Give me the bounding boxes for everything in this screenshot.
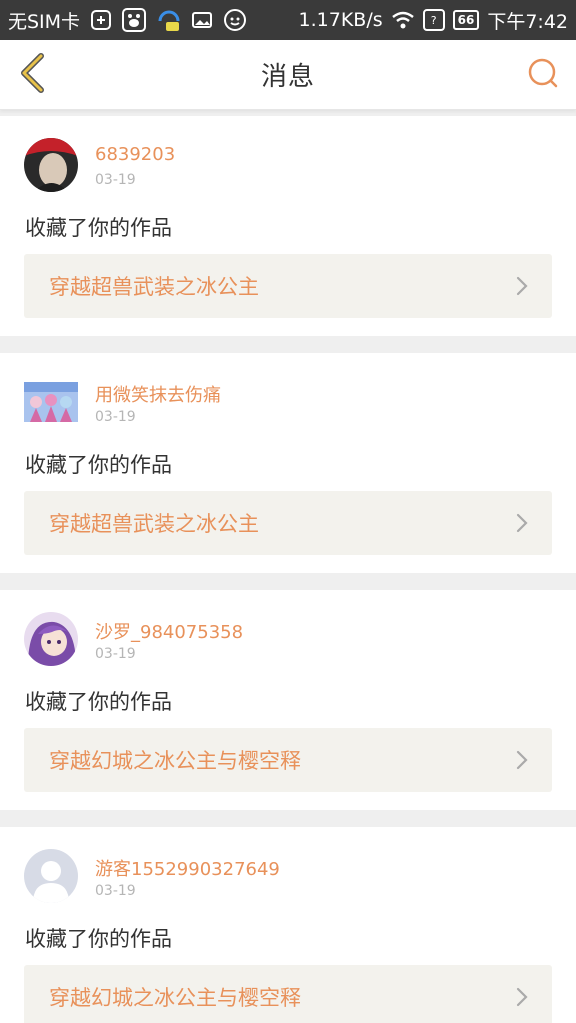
timestamp: 03-19 xyxy=(95,646,136,662)
avatar[interactable] xyxy=(24,138,78,192)
notification-list: 6839203 03-19 收藏了你的作品 穿越超兽武装之冰公主 用微笑抹去伤痛… xyxy=(0,116,576,1023)
back-button[interactable] xyxy=(10,51,54,99)
work-link[interactable]: 穿越超兽武装之冰公主 xyxy=(24,491,552,555)
notification-card: 用微笑抹去伤痛 03-19 收藏了你的作品 穿越超兽武装之冰公主 xyxy=(0,353,576,573)
battery-icon: 66 xyxy=(452,10,480,30)
clock: 下午7:42 xyxy=(487,10,568,33)
avatar[interactable] xyxy=(24,849,78,903)
username[interactable]: 6839203 xyxy=(95,144,175,165)
work-link[interactable]: 穿越超兽武装之冰公主 xyxy=(24,254,552,318)
avatar[interactable] xyxy=(24,612,78,666)
baidu-icon xyxy=(122,8,147,32)
username[interactable]: 游客1552990327649 xyxy=(95,855,280,881)
status-bar: 无SIM卡 1.17KB/s ? 66 下午7:42 xyxy=(0,0,576,40)
timestamp: 03-19 xyxy=(95,883,136,899)
image-icon xyxy=(192,10,213,30)
network-speed: 1.17KB/s xyxy=(298,9,383,31)
wifi-icon xyxy=(391,10,415,30)
app-face-icon xyxy=(222,7,248,33)
search-icon xyxy=(526,56,560,94)
work-title: 穿越超兽武装之冰公主 xyxy=(49,275,259,299)
bluetooth-headset-icon xyxy=(156,7,182,33)
action-text: 收藏了你的作品 xyxy=(25,927,172,951)
work-title: 穿越幻城之冰公主与樱空释 xyxy=(49,749,301,773)
work-link[interactable]: 穿越幻城之冰公主与樱空释 xyxy=(24,728,552,792)
no-sim-icon: ? xyxy=(422,9,445,31)
notification-card: 沙罗_984075358 03-19 收藏了你的作品 穿越幻城之冰公主与樱空释 xyxy=(0,590,576,810)
page-title: 消息 xyxy=(260,62,315,92)
chevron-right-icon xyxy=(512,276,532,296)
chevron-right-icon xyxy=(512,750,532,770)
search-button[interactable] xyxy=(522,54,564,96)
carrier-label: 无SIM卡 xyxy=(8,10,81,33)
notification-card: 6839203 03-19 收藏了你的作品 穿越超兽武装之冰公主 xyxy=(0,116,576,336)
usb-icon xyxy=(90,9,112,31)
chevron-right-icon xyxy=(512,513,532,533)
username[interactable]: 用微笑抹去伤痛 xyxy=(95,381,221,407)
work-link[interactable]: 穿越幻城之冰公主与樱空释 xyxy=(24,965,552,1023)
notification-card: 游客1552990327649 03-19 收藏了你的作品 穿越幻城之冰公主与樱… xyxy=(0,827,576,1023)
work-title: 穿越幻城之冰公主与樱空释 xyxy=(49,986,301,1010)
app-header: 消息 xyxy=(0,40,576,110)
action-text: 收藏了你的作品 xyxy=(25,690,172,714)
username[interactable]: 沙罗_984075358 xyxy=(95,618,243,644)
action-text: 收藏了你的作品 xyxy=(25,216,172,240)
avatar[interactable] xyxy=(24,382,78,422)
back-arrow-icon xyxy=(17,53,47,97)
timestamp: 03-19 xyxy=(95,172,136,188)
timestamp: 03-19 xyxy=(95,409,136,425)
chevron-right-icon xyxy=(512,987,532,1007)
action-text: 收藏了你的作品 xyxy=(25,453,172,477)
work-title: 穿越超兽武装之冰公主 xyxy=(49,512,259,536)
